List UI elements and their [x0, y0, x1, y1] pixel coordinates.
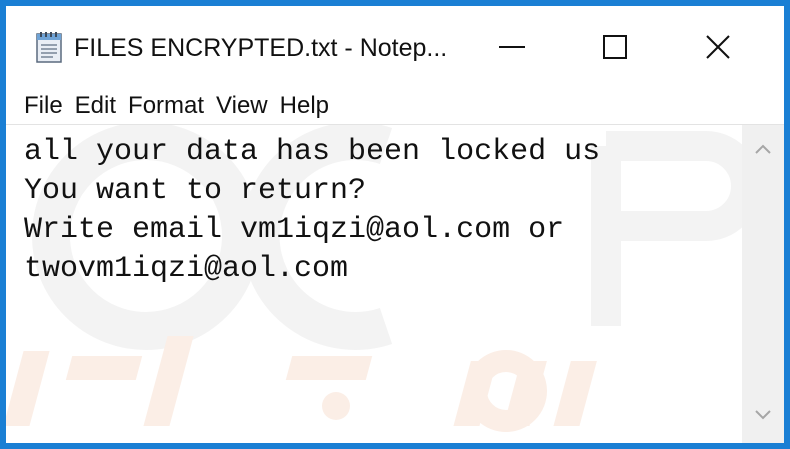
minimize-button[interactable] [462, 18, 562, 76]
close-button[interactable] [668, 18, 768, 76]
menu-edit[interactable]: Edit [69, 92, 122, 120]
maximize-icon [603, 35, 627, 59]
notepad-icon [36, 32, 62, 63]
title-bar[interactable]: FILES ENCRYPTED.txt - Notep... [6, 6, 784, 88]
editor-line: all your data has been locked us [24, 135, 601, 169]
close-icon [706, 35, 730, 59]
menu-file[interactable]: File [18, 92, 69, 120]
maximize-button[interactable] [565, 18, 665, 76]
notepad-window: FILES ENCRYPTED.txt - Notep... File Edit… [6, 6, 784, 443]
text-editor[interactable]: all your data has been locked us You wan… [6, 125, 742, 443]
minimize-icon [499, 46, 525, 48]
menu-format[interactable]: Format [122, 92, 210, 120]
chevron-down-icon [755, 410, 771, 420]
menu-help[interactable]: Help [274, 92, 335, 120]
editor-line: Write email vm1iqzi@aol.com or [24, 213, 565, 247]
scroll-down-button[interactable] [742, 397, 784, 433]
chevron-up-icon [755, 144, 771, 154]
window-frame: FILES ENCRYPTED.txt - Notep... File Edit… [0, 0, 790, 449]
menu-bar: File Edit Format View Help [6, 88, 784, 124]
editor-line: twovm1iqzi@aol.com [24, 252, 349, 286]
menu-view[interactable]: View [210, 92, 274, 120]
vertical-scrollbar[interactable] [742, 125, 784, 443]
scroll-track[interactable] [742, 167, 784, 397]
window-title: FILES ENCRYPTED.txt - Notep... [74, 34, 448, 62]
editor-line: You want to return? [24, 174, 367, 208]
scroll-up-button[interactable] [742, 131, 784, 167]
